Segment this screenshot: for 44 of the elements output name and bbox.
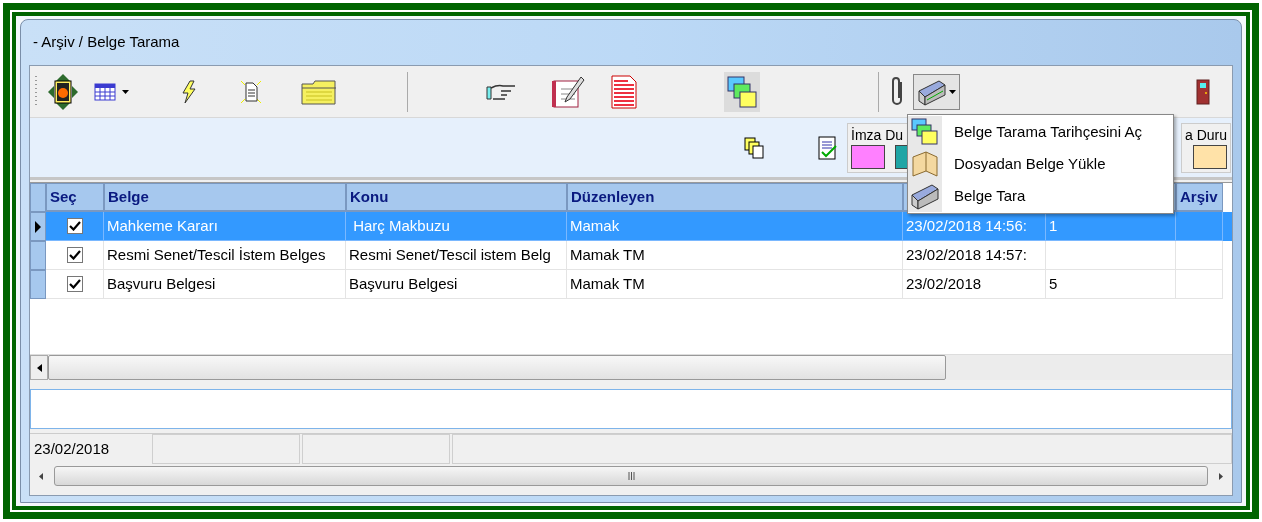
checkbox[interactable] (66, 247, 83, 263)
legend-label: İmza Du (851, 126, 904, 143)
status-text: 23/02/2018 (34, 438, 110, 459)
move-icon[interactable] (46, 71, 80, 112)
files-icon (910, 118, 940, 146)
folder-icon (910, 150, 940, 178)
copy-documents-icon (743, 135, 765, 160)
table-cell: 23/02/2018 (903, 270, 1046, 299)
caret-icon (949, 89, 956, 94)
caret-icon (122, 89, 129, 94)
checkbox[interactable] (66, 276, 83, 292)
column-header[interactable]: Düzenleyen (567, 183, 903, 212)
scrollbar-thumb[interactable] (48, 355, 946, 380)
table-cell: 5 (1046, 270, 1176, 299)
scanner-dropdown-button[interactable] (913, 73, 960, 110)
legend-label: a Duru (1184, 126, 1227, 143)
row-indicator-cell (30, 270, 46, 299)
header-corner-cell (30, 183, 46, 212)
grip-icon (627, 472, 635, 480)
text-field[interactable] (30, 389, 1232, 429)
column-header[interactable]: Arşiv (1176, 183, 1223, 212)
table-cell: Mamak TM (567, 270, 903, 299)
left-arrow-icon (39, 472, 43, 480)
checkbox[interactable] (66, 218, 83, 234)
document-check-icon (817, 134, 839, 161)
striped-document-icon[interactable] (608, 73, 640, 110)
menu-item[interactable]: Belge Tarama Tarihçesini Aç (908, 116, 1173, 148)
scrollbar-thumb[interactable] (54, 466, 1208, 486)
table-cell: Başvuru Belgesi (346, 270, 567, 299)
column-header[interactable]: Belge (104, 183, 346, 212)
table-icon (94, 82, 116, 101)
left-arrow-icon (36, 363, 42, 372)
column-header[interactable]: Konu (346, 183, 567, 212)
column-header[interactable]: Seç (46, 183, 104, 212)
files-icon[interactable] (724, 71, 760, 112)
menu-item[interactable]: Belge Tara (908, 180, 1173, 212)
scroll-left-button[interactable] (30, 355, 48, 380)
right-arrow-icon (1219, 472, 1223, 480)
window-title: - Arşiv / Belge Tarama (33, 32, 180, 53)
scanner-icon (910, 182, 940, 210)
current-row-icon (35, 220, 41, 233)
menu-item[interactable]: Dosyadan Belge Yükle (908, 148, 1173, 180)
table-cell: Başvuru Belgesi (104, 270, 346, 299)
row-indicator-cell (30, 241, 46, 270)
